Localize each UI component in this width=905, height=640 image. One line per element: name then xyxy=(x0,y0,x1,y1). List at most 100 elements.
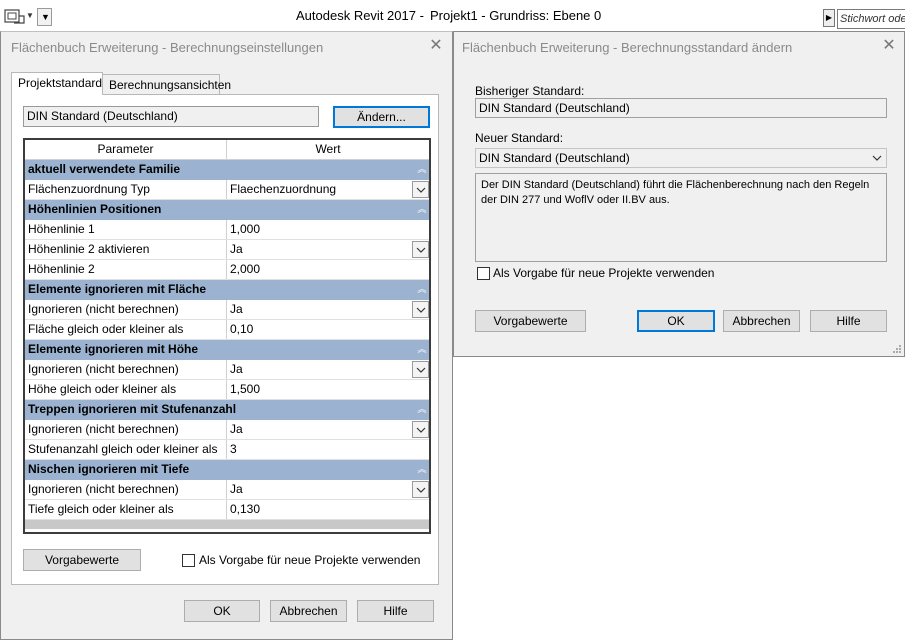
dropdown-chevron-icon[interactable] xyxy=(412,301,429,318)
grid-value-input[interactable]: 1,000 xyxy=(227,220,429,239)
collapse-chevron-icon[interactable]: ︽ xyxy=(415,200,429,219)
parameter-grid: Parameter Wert aktuell verwendete Famili… xyxy=(23,138,431,534)
grid-category-label: Elemente ignorieren mit Fläche xyxy=(28,282,207,296)
grid-param-cell: Ignorieren (nicht berechnen) xyxy=(25,420,227,439)
grid-param-cell: Tiefe gleich oder kleiner als xyxy=(25,500,227,519)
cancel-button[interactable]: Abbrechen xyxy=(270,600,347,622)
dropdown-chevron-icon[interactable] xyxy=(412,481,429,498)
grid-body: aktuell verwendete Familie ︽ Flächenzuordn… xyxy=(25,160,429,520)
grid-header: Parameter Wert xyxy=(25,140,429,160)
grid-value-text: 0,130 xyxy=(230,502,261,516)
dropdown-chevron-icon[interactable] xyxy=(412,361,429,378)
quick-access-dropdown-icon[interactable]: ▼ xyxy=(26,11,34,20)
grid-value-select[interactable]: Ja xyxy=(227,240,429,259)
grid-param-cell: Höhe gleich oder kleiner als xyxy=(25,380,227,399)
grid-value-text: Ja xyxy=(230,362,243,376)
grid-param-cell: Ignorieren (nicht berechnen) xyxy=(25,480,227,499)
close-icon[interactable]: ✕ xyxy=(426,36,446,56)
grid-row: Ignorieren (nicht berechnen) Ja xyxy=(25,420,429,440)
grid-category-label: Elemente ignorieren mit Höhe xyxy=(28,342,199,356)
grid-value-input[interactable]: 0,10 xyxy=(227,320,429,339)
grid-value-text: Ja xyxy=(230,302,243,316)
grid-row: Höhenlinie 1 1,000 xyxy=(25,220,429,240)
grid-category-label: Höhenlinien Positionen xyxy=(28,202,162,216)
change-standard-dialog: Flächenbuch Erweiterung - Berechnungssta… xyxy=(453,31,905,357)
column-header-parameter: Parameter xyxy=(25,140,227,159)
search-input[interactable]: Stichwort ode xyxy=(837,9,905,29)
grid-value-select[interactable]: Ja xyxy=(227,300,429,319)
new-standard-select[interactable]: DIN Standard (Deutschland) xyxy=(475,148,887,168)
close-icon[interactable]: ✕ xyxy=(879,36,899,56)
collapse-chevron-icon[interactable]: ︽ xyxy=(415,460,429,479)
quick-access-customize-button[interactable]: ▼ xyxy=(37,8,52,26)
grid-row: Höhe gleich oder kleiner als 1,500 xyxy=(25,380,429,400)
app-title: Autodesk Revit 2017 - xyxy=(296,8,424,23)
change-cancel-button[interactable]: Abbrechen xyxy=(723,310,800,332)
grid-value-text: Flaechenzuordnung xyxy=(230,182,337,196)
dropdown-chevron-icon[interactable] xyxy=(412,421,429,438)
grid-value-input[interactable]: 3 xyxy=(227,440,429,459)
help-button[interactable]: Hilfe xyxy=(357,600,434,622)
collapse-chevron-icon[interactable]: ︽ xyxy=(415,340,429,359)
current-standard-field: DIN Standard (Deutschland) xyxy=(23,106,319,127)
project-title: Projekt1 - Grundriss: Ebene 0 xyxy=(430,8,602,23)
grid-param-cell: Ignorieren (nicht berechnen) xyxy=(25,360,227,379)
change-dialog-title: Flächenbuch Erweiterung - Berechnungssta… xyxy=(462,40,793,55)
grid-value-text: 1,500 xyxy=(230,382,261,396)
standard-description: Der DIN Standard (Deutschland) führt die… xyxy=(475,173,887,262)
collapse-chevron-icon[interactable]: ︽ xyxy=(415,280,429,299)
grid-value-input[interactable]: 1,500 xyxy=(227,380,429,399)
grid-value-select[interactable]: Ja xyxy=(227,480,429,499)
collapse-chevron-icon[interactable]: ︽ xyxy=(415,160,429,179)
change-defaults-button[interactable]: Vorgabewerte xyxy=(475,310,586,332)
settings-dialog: Flächenbuch Erweiterung - Berechnungsein… xyxy=(0,31,453,640)
collapse-chevron-icon[interactable]: ︽ xyxy=(415,400,429,419)
dropdown-chevron-icon[interactable] xyxy=(412,241,429,258)
grid-category-label: Treppen ignorieren mit Stufenanzahl xyxy=(28,402,237,416)
grid-param-cell: Fläche gleich oder kleiner als xyxy=(25,320,227,339)
grid-row: Ignorieren (nicht berechnen) Ja xyxy=(25,360,429,380)
default-for-new-projects-label: Als Vorgabe für neue Projekte verwenden xyxy=(199,553,421,567)
change-default-for-new-projects-checkbox[interactable] xyxy=(477,267,490,280)
revit-title-bar: ▼ ▼ Autodesk Revit 2017 - Projekt1 - Gru… xyxy=(0,0,905,32)
new-standard-value: DIN Standard (Deutschland) xyxy=(479,151,630,165)
search-expand-button[interactable]: ▶ xyxy=(823,9,835,27)
grid-value-text: 1,000 xyxy=(230,222,261,236)
change-standard-button[interactable]: Ändern... xyxy=(333,106,430,128)
grid-category-row[interactable]: Elemente ignorieren mit Höhe ︽ xyxy=(25,340,429,360)
grid-value-input[interactable]: 0,130 xyxy=(227,500,429,519)
quick-access-print-icon[interactable] xyxy=(4,8,26,26)
grid-category-row[interactable]: aktuell verwendete Familie ︽ xyxy=(25,160,429,180)
grid-param-cell: Höhenlinie 2 xyxy=(25,260,227,279)
change-ok-button[interactable]: OK xyxy=(637,310,715,332)
grid-scroll-footer xyxy=(25,520,429,529)
grid-category-row[interactable]: Elemente ignorieren mit Fläche ︽ xyxy=(25,280,429,300)
previous-standard-label: Bisheriger Standard: xyxy=(475,84,585,98)
tab-berechnungsansichten[interactable]: Berechnungsansichten xyxy=(102,74,231,94)
ok-button[interactable]: OK xyxy=(184,600,260,622)
grid-category-row[interactable]: Treppen ignorieren mit Stufenanzahl ︽ xyxy=(25,400,429,420)
grid-category-row[interactable]: Höhenlinien Positionen ︽ xyxy=(25,200,429,220)
grid-param-cell: Höhenlinie 2 aktivieren xyxy=(25,240,227,259)
defaults-button[interactable]: Vorgabewerte xyxy=(23,549,141,571)
grid-category-label: aktuell verwendete Familie xyxy=(28,162,181,176)
grid-value-text: 3 xyxy=(230,442,237,456)
grid-param-cell: Stufenanzahl gleich oder kleiner als xyxy=(25,440,227,459)
grid-value-input[interactable]: 2,000 xyxy=(227,260,429,279)
dropdown-chevron-icon[interactable] xyxy=(412,181,429,198)
grid-param-cell: Höhenlinie 1 xyxy=(25,220,227,239)
resize-grip-icon[interactable] xyxy=(892,344,902,354)
default-for-new-projects-checkbox[interactable] xyxy=(182,554,195,567)
grid-value-text: Ja xyxy=(230,482,243,496)
grid-value-select[interactable]: Ja xyxy=(227,360,429,379)
grid-row: Ignorieren (nicht berechnen) Ja xyxy=(25,480,429,500)
change-default-for-new-projects-label: Als Vorgabe für neue Projekte verwenden xyxy=(493,266,715,280)
grid-category-label: Nischen ignorieren mit Tiefe xyxy=(28,462,190,476)
change-help-button[interactable]: Hilfe xyxy=(810,310,887,332)
grid-value-select[interactable]: Flaechenzuordnung xyxy=(227,180,429,199)
grid-value-select[interactable]: Ja xyxy=(227,420,429,439)
grid-category-row[interactable]: Nischen ignorieren mit Tiefe ︽ xyxy=(25,460,429,480)
grid-row: Tiefe gleich oder kleiner als 0,130 xyxy=(25,500,429,520)
grid-value-text: Ja xyxy=(230,242,243,256)
tab-projektstandard[interactable]: Projektstandard xyxy=(11,72,103,95)
